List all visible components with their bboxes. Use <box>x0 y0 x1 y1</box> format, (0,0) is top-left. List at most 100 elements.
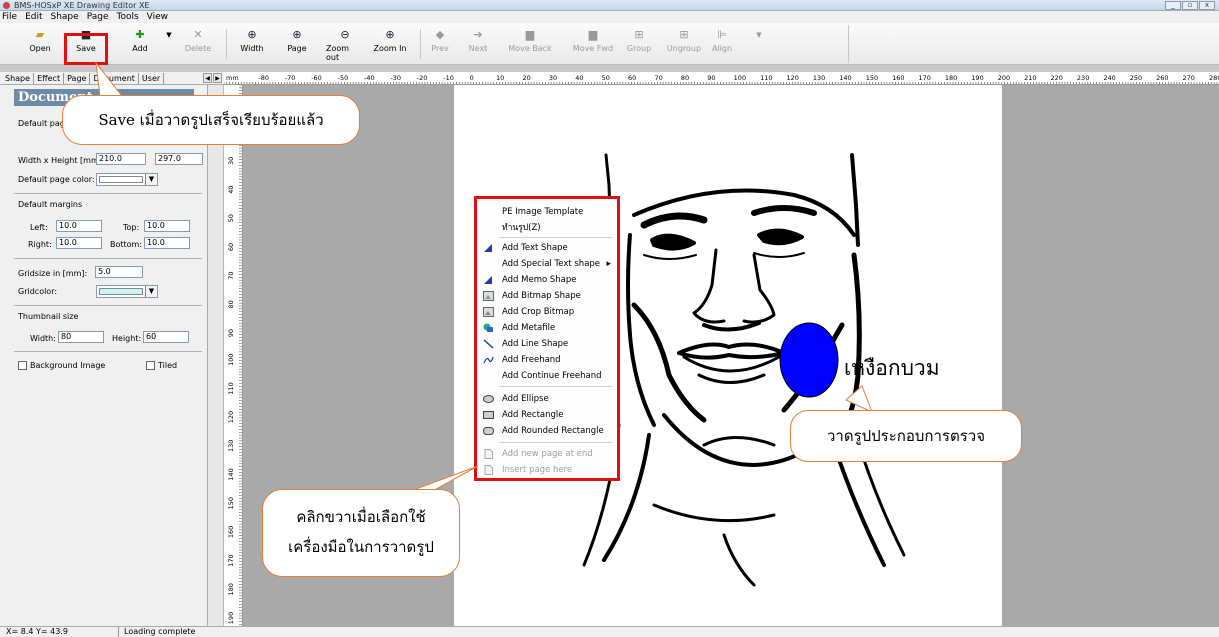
menu-item-label: Add Continue Freehand <box>502 371 602 381</box>
draw-callout: วาดรูปประกอบการตรวจ <box>790 410 1022 462</box>
menu-item-add-bitmap-shape[interactable]: Add Bitmap Shape <box>477 288 617 304</box>
fit-width-button[interactable]: ⊕ Width <box>238 25 266 63</box>
thumb-width-input[interactable]: 80 <box>58 331 104 343</box>
swelling-ellipse-shape[interactable] <box>779 322 839 398</box>
zoom-out-button[interactable]: ⊖ Zoom out <box>326 25 364 63</box>
ruler-label: 20 <box>522 74 530 82</box>
open-button[interactable]: ▰ Open <box>28 25 52 63</box>
move-back-button[interactable]: ▆ Move Back <box>508 25 552 63</box>
menu-item-add-special-text-shape[interactable]: Add Special Text shape ▸ <box>477 256 617 272</box>
ruler-label: 270 <box>1183 74 1195 82</box>
ruler-label: 130 <box>813 74 825 82</box>
menu-item-z[interactable]: ทำนรูป(Z) <box>477 220 617 236</box>
menu-item-label: PE Image Template <box>502 207 584 217</box>
page-color-swatch <box>99 176 143 183</box>
page-height-input[interactable]: 297.0 <box>155 153 203 165</box>
maximize-button[interactable]: ▫ <box>1182 1 1198 10</box>
menu-item-add-text-shape[interactable]: Add Text Shape <box>477 240 617 256</box>
ruler-label: 100 <box>734 74 746 82</box>
tab-shape[interactable]: Shape <box>2 72 35 84</box>
menu-item-add-rectangle[interactable]: Add Rectangle <box>477 407 617 423</box>
save-highlight-box <box>64 33 108 65</box>
ruler-label: 40 <box>227 185 235 193</box>
ruler-label: 80 <box>681 74 689 82</box>
menu-item-add-memo-shape[interactable]: Add Memo Shape <box>477 272 617 288</box>
prev-button[interactable]: ◆ Prev <box>428 25 452 63</box>
menu-item-add-ellipse[interactable]: Add Ellipse <box>477 391 617 407</box>
align-dropdown[interactable]: ▼ <box>754 25 764 63</box>
tab-page[interactable]: Page <box>64 72 91 84</box>
menu-item-pe-image-template[interactable]: PE Image Template <box>477 204 617 220</box>
ruler-label: -60 <box>311 74 322 82</box>
margin-top-input[interactable]: 10.0 <box>144 220 190 232</box>
grid-color-select[interactable]: ▼ <box>96 285 158 298</box>
tiled-checkbox[interactable] <box>146 361 155 370</box>
zoom-out-icon: ⊖ <box>340 28 350 41</box>
page-width-input[interactable]: 210.0 <box>96 153 146 165</box>
panel-scrollbar[interactable] <box>208 85 224 626</box>
margin-left-input[interactable]: 10.0 <box>56 220 102 232</box>
margin-right-label: Right: <box>28 240 52 249</box>
ruler-label: 250 <box>1130 74 1142 82</box>
close-button[interactable]: x <box>1199 1 1215 10</box>
margin-bottom-input[interactable]: 10.0 <box>144 237 190 249</box>
divider <box>14 351 202 352</box>
zoom-in-button[interactable]: ⊕ Zoom In <box>372 25 408 63</box>
menu-item-label: Add Metafile <box>502 323 556 333</box>
menu-file[interactable]: File <box>2 11 17 23</box>
ruler-label: mm <box>226 74 239 82</box>
page-color-select[interactable]: ▼ <box>96 173 158 186</box>
gridsize-input[interactable]: 5.0 <box>95 266 143 278</box>
fit-page-button[interactable]: ⊕ Page <box>284 25 310 63</box>
add-button[interactable]: ✚ Add <box>128 25 152 63</box>
menu-item-add-metafile[interactable]: Add Metafile <box>477 320 617 336</box>
ungroup-button[interactable]: ⊞ Ungroup <box>666 25 702 63</box>
add-dropdown[interactable]: ▼ <box>164 25 174 63</box>
ruler-label: 170 <box>227 554 235 566</box>
tab-document[interactable]: Document <box>90 72 139 84</box>
menu-item-label: Add Rectangle <box>502 410 564 420</box>
move-fwd-button[interactable]: ▆ Move Fwd <box>572 25 614 63</box>
menu-item-add-rounded-rectangle[interactable]: Add Rounded Rectangle <box>477 423 617 439</box>
ruler-label: 160 <box>892 74 904 82</box>
next-button[interactable]: ➔ Next <box>466 25 490 63</box>
menu-tools[interactable]: Tools <box>116 11 138 23</box>
x-icon: ✕ <box>193 28 203 41</box>
tab-user[interactable]: User <box>139 72 165 84</box>
tab-scroll-left-icon[interactable]: ◀ <box>203 73 212 83</box>
menu-item-add-crop-bitmap[interactable]: Add Crop Bitmap <box>477 304 617 320</box>
ruler-label: 170 <box>919 74 931 82</box>
swelling-text-shape[interactable]: เหงือกบวม <box>844 356 940 380</box>
ruler-label: 50 <box>227 214 235 222</box>
menu-edit[interactable]: Edit <box>25 11 42 23</box>
menu-item-add-freehand[interactable]: Add Freehand <box>477 352 617 368</box>
menu-item-add-line-shape[interactable]: Add Line Shape <box>477 336 617 352</box>
menu-item-label: Insert page here <box>502 465 573 475</box>
align-button[interactable]: ⊫ Align <box>710 25 734 63</box>
menu-view[interactable]: View <box>147 11 168 23</box>
ruler-label: 100 <box>227 353 235 365</box>
menu-item-insert-page-here[interactable]: Insert page here <box>477 462 617 478</box>
menu-item-add-continue-freehand[interactable]: Add Continue Freehand <box>477 368 617 384</box>
delete-button[interactable]: ✕ Delete <box>184 25 212 63</box>
tab-effect[interactable]: Effect <box>34 72 65 84</box>
thumb-height-input[interactable]: 60 <box>143 331 189 343</box>
menu-item-label: Add Rounded Rectangle <box>502 426 604 436</box>
background-image-checkbox[interactable] <box>18 361 27 370</box>
ruler-label: 60 <box>227 243 235 251</box>
menu-page[interactable]: Page <box>87 11 109 23</box>
tab-scroll-right-icon[interactable]: ▶ <box>213 73 222 83</box>
right-click-callout: คลิกขวาเมื่อเลือกใช้ เครื่องมือในการวาดร… <box>262 489 460 577</box>
margin-right-input[interactable]: 10.0 <box>56 237 102 249</box>
memo-shape-icon <box>483 275 494 285</box>
menu-item-add-new-page-at-end[interactable]: Add new page at end <box>477 446 617 462</box>
grid-color-swatch <box>99 288 143 295</box>
zoom-in-icon: ⊕ <box>385 28 395 41</box>
menu-item-label: Add Special Text shape <box>502 259 601 269</box>
thumb-width-label: Width: <box>30 334 56 343</box>
ruler-label: 220 <box>1051 74 1063 82</box>
group-button[interactable]: ⊞ Group <box>624 25 654 63</box>
horizontal-ruler: mm -80 -70 -60 -50 -40 -30 -20 -10 0 10 20 30 40 50 60 7… <box>224 72 1219 85</box>
menu-shape[interactable]: Shape <box>51 11 79 23</box>
minimize-button[interactable]: _ <box>1165 1 1181 10</box>
